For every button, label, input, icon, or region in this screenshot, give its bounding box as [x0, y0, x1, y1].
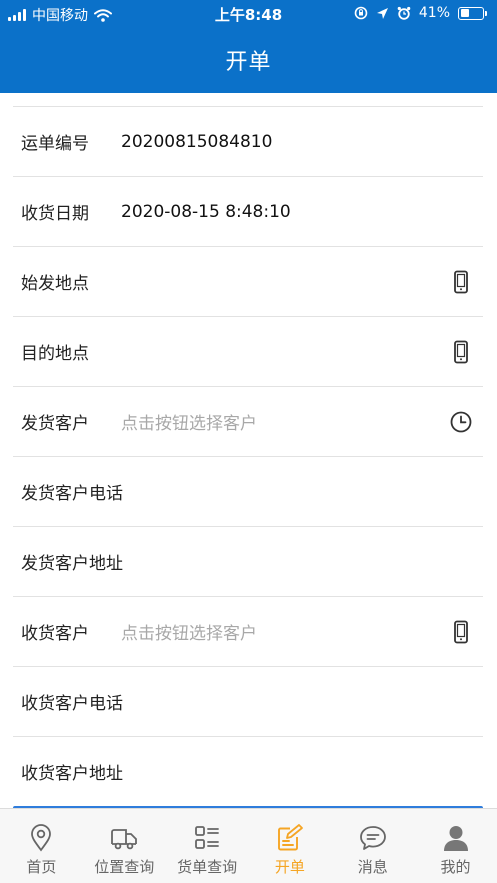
tab-label: 货单查询 — [177, 858, 238, 876]
app-header: 中国移动 上午8:48 41% 开单 — [0, 0, 497, 93]
status-bar: 中国移动 上午8:48 41% — [0, 0, 497, 28]
form-row-receive-date: 收货日期 2020-08-15 8:48:10 — [13, 176, 483, 246]
alarm-icon — [397, 6, 411, 20]
row-label: 目的地点 — [21, 344, 89, 364]
row-label: 收货客户电话 — [21, 694, 123, 714]
row-label: 始发地点 — [21, 274, 89, 294]
page-title: 开单 — [225, 50, 272, 75]
form-row-receiver[interactable]: 收货客户 点击按钮选择客户 — [13, 596, 483, 666]
tab-label: 开单 — [274, 858, 305, 876]
order-form: 运单编号 20200815084810 收货日期 2020-08-15 8:48… — [0, 93, 497, 808]
tab-create-order[interactable]: 开单 — [248, 809, 331, 883]
tab-label: 首页 — [26, 858, 57, 876]
tab-bar: 首页 位置查询 货单查询 开单 消息 我的 — [0, 808, 497, 883]
battery-icon — [458, 6, 487, 20]
form-row-receiver-address[interactable]: 收货客户地址 — [13, 736, 483, 806]
row-label: 收货客户 — [21, 624, 89, 644]
form-row-origin[interactable]: 始发地点 — [13, 246, 483, 316]
row-label: 发货客户电话 — [21, 484, 123, 504]
receiver-placeholder[interactable]: 点击按钮选择客户 — [121, 619, 257, 644]
tab-messages[interactable]: 消息 — [331, 809, 414, 883]
tab-label: 消息 — [357, 858, 388, 876]
row-label: 发货客户 — [21, 414, 89, 434]
form-row-destination[interactable]: 目的地点 — [13, 316, 483, 386]
truck-icon — [111, 829, 138, 850]
row-label: 运单编号 — [21, 134, 89, 154]
form-row-receiver-phone[interactable]: 收货客户电话 — [13, 666, 483, 736]
row-label: 收货客户地址 — [21, 764, 123, 784]
row-label: 发货客户地址 — [21, 554, 123, 574]
tab-profile[interactable]: 我的 — [414, 809, 497, 883]
chat-bubble-icon — [359, 826, 386, 850]
phone-icon[interactable] — [449, 340, 473, 364]
tab-label: 我的 — [440, 858, 471, 876]
waybill-number-value[interactable]: 20200815084810 — [121, 132, 272, 152]
form-row-waybill-number: 运单编号 20200815084810 — [13, 106, 483, 176]
tab-order-query[interactable]: 货单查询 — [166, 809, 249, 883]
form-row-sender[interactable]: 发货客户 点击按钮选择客户 — [13, 386, 483, 456]
receive-date-value[interactable]: 2020-08-15 8:48:10 — [121, 202, 291, 222]
form-row-sender-phone[interactable]: 发货客户电话 — [13, 456, 483, 526]
clock-icon[interactable] — [449, 410, 473, 434]
tab-label: 位置查询 — [94, 858, 155, 876]
row-label: 收货日期 — [21, 204, 89, 224]
orientation-lock-icon — [354, 6, 368, 20]
tab-location-query[interactable]: 位置查询 — [83, 809, 166, 883]
list-icon — [195, 826, 219, 849]
phone-icon[interactable] — [449, 270, 473, 294]
edit-note-icon — [277, 824, 303, 851]
form-row-sender-address[interactable]: 发货客户地址 — [13, 526, 483, 596]
sender-placeholder[interactable]: 点击按钮选择客户 — [121, 409, 257, 434]
tab-home[interactable]: 首页 — [0, 809, 83, 883]
location-arrow-icon — [376, 7, 388, 19]
phone-icon[interactable] — [449, 620, 473, 644]
location-pin-icon — [31, 824, 52, 852]
user-icon — [443, 826, 468, 851]
battery-percent: 41% — [418, 5, 450, 21]
